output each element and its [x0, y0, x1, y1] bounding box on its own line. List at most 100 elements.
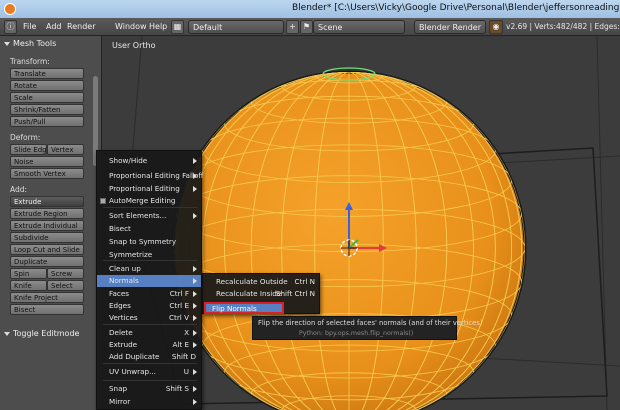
mesh-menu-item-label: AutoMerge Editing [109, 196, 176, 205]
normals-item-shortcut: Ctrl N [294, 277, 315, 286]
spin-button[interactable]: Spin [10, 268, 47, 279]
menu-separator [103, 324, 197, 325]
mesh-menu-item-snap-to-symmetry[interactable]: Snap to Symmetry [97, 236, 201, 248]
blender-logo-small-icon: ◉ [489, 20, 503, 34]
scene-stats: v2.69 | Verts:482/482 | Edges:96 [506, 22, 620, 31]
noise-button[interactable]: Noise [10, 156, 84, 167]
mesh-menu-item-label: Clean up [109, 264, 141, 273]
mesh-menu-item-proportional-editing-falloff[interactable]: Proportional Editing Falloff [97, 170, 203, 182]
submenu-arrow-icon [193, 291, 197, 297]
flip-normals-item[interactable]: Flip Normals [204, 302, 284, 314]
extrude-menu-button[interactable]: Extrude [10, 196, 84, 207]
transform-label: Transform: [10, 57, 50, 66]
extrude-individual-button[interactable]: Extrude Individual [10, 220, 84, 231]
submenu-arrow-icon [193, 266, 197, 272]
add-screen-button[interactable]: + [286, 20, 299, 34]
menu-separator [103, 260, 197, 261]
loop-cut-slide-button[interactable]: Loop Cut and Slide [10, 244, 84, 255]
scene-select[interactable]: Scene [313, 20, 405, 34]
mesh-menu-item-label: Snap [109, 384, 128, 393]
mesh-menu-item-snap[interactable]: Snap Shift S [97, 383, 201, 395]
mesh-menu-item-shortcut: Alt E [172, 340, 189, 349]
blender-window: Blender* [C:\Users\Vicky\Google Drive\Pe… [0, 0, 620, 410]
shrink-fatten-button[interactable]: Shrink/Fatten [10, 104, 84, 115]
normals-item-recalculate-outside[interactable]: Recalculate Outside Ctrl N [203, 276, 319, 288]
duplicate-button[interactable]: Duplicate [10, 256, 84, 267]
tooltip-description: Flip the direction of selected faces' no… [258, 319, 483, 327]
scale-button[interactable]: Scale [10, 92, 84, 103]
submenu-arrow-icon [193, 158, 197, 164]
extrude-region-button[interactable]: Extrude Region [10, 208, 84, 219]
mesh-menu-item-faces[interactable]: Faces Ctrl F [97, 288, 201, 300]
mesh-menu-item-shortcut: Shift D [171, 352, 196, 361]
slide-vertex-button[interactable]: Vertex [47, 144, 84, 155]
submenu-arrow-icon [193, 386, 197, 392]
smooth-vertex-button[interactable]: Smooth Vertex [10, 168, 84, 179]
mesh-menu-item-label: Edges [109, 301, 131, 310]
screen-layout-icon[interactable]: ▦ [171, 20, 184, 34]
mesh-menu-item-label: Faces [109, 289, 129, 298]
submenu-arrow-icon [193, 278, 197, 284]
editor-type-icon[interactable]: ⓘ [4, 20, 17, 34]
normals-item-recalculate-inside[interactable]: Recalculate Inside Shift Ctrl N [203, 288, 319, 300]
knife-button[interactable]: Knife [10, 280, 47, 291]
mesh-menu-item-label: Sort Elements... [109, 211, 167, 220]
screen-layout-select[interactable]: Default [188, 20, 284, 34]
submenu-arrow-icon [193, 399, 197, 405]
menu-window[interactable]: Window [115, 22, 147, 31]
automerge-checkbox[interactable] [100, 198, 106, 204]
translate-button[interactable]: Translate [10, 68, 84, 79]
bisect-button[interactable]: Bisect [10, 304, 84, 315]
mesh-menu-item-proportional-editing[interactable]: Proportional Editing [97, 183, 201, 195]
submenu-arrow-icon [193, 186, 197, 192]
mesh-menu-item-clean-up[interactable]: Clean up [97, 263, 201, 275]
mesh-menu-item-shortcut: Ctrl E [169, 301, 189, 310]
tooltip-python: Python: bpy.ops.mesh.flip_normals() [299, 330, 414, 337]
mesh-menu-item-automerge-editing[interactable]: AutoMerge Editing [97, 195, 201, 207]
mesh-menu-item-mirror[interactable]: Mirror [97, 396, 201, 408]
menu-add[interactable]: Add [46, 22, 62, 31]
mesh-menu-item-normals[interactable]: Normals [97, 275, 201, 287]
subdivide-button[interactable]: Subdivide [10, 232, 84, 243]
render-engine-select[interactable]: Blender Render [414, 20, 486, 34]
deform-label: Deform: [10, 133, 41, 142]
mesh-menu-item-label: Extrude [109, 340, 138, 349]
submenu-arrow-icon [193, 213, 197, 219]
mesh-menu-item-vertices[interactable]: Vertices Ctrl V [97, 312, 201, 324]
screw-button[interactable]: Screw [47, 268, 84, 279]
submenu-arrow-icon [193, 330, 197, 336]
mesh-menu-item-shortcut: X [184, 328, 189, 337]
submenu-arrow-icon [193, 342, 197, 348]
mesh-menu-item-shortcut: Ctrl V [169, 313, 189, 322]
mesh-menu-item-delete[interactable]: Delete X [97, 327, 201, 339]
menu-render[interactable]: Render [67, 22, 95, 31]
mesh-menu-item-extrude[interactable]: Extrude Alt E [97, 339, 201, 351]
mesh-menu-item-label: Proportional Editing [109, 184, 180, 193]
mesh-menu-item-label: Show/Hide [109, 156, 148, 165]
flip-normals-label: Flip Normals [212, 304, 257, 313]
mesh-menu-item-uv-unwrap[interactable]: UV Unwrap... U [97, 366, 201, 378]
menu-separator [103, 380, 197, 381]
mesh-menu-item-label: Snap to Symmetry [109, 237, 177, 246]
mesh-menu-item-bisect[interactable]: Bisect [97, 223, 201, 235]
submenu-arrow-icon [193, 173, 197, 179]
tool-shelf: Mesh Tools Transform: Translate Rotate S… [0, 36, 102, 410]
menu-file[interactable]: File [23, 22, 36, 31]
scene-icon[interactable]: ⚑ [300, 20, 313, 34]
push-pull-button[interactable]: Push/Pull [10, 116, 84, 127]
menu-help[interactable]: Help [149, 22, 167, 31]
rotate-button[interactable]: Rotate [10, 80, 84, 91]
mesh-tools-panel-header[interactable]: Mesh Tools [4, 39, 56, 48]
mesh-menu-item-add-duplicate[interactable]: Add Duplicate Shift D [97, 351, 201, 363]
submenu-arrow-icon [193, 315, 197, 321]
menu-separator [103, 363, 197, 364]
mesh-menu-item-show-hide[interactable]: Show/Hide [97, 155, 201, 167]
mesh-menu-item-shortcut: Shift S [165, 384, 189, 393]
toggle-editmode-panel-header[interactable]: Toggle Editmode [4, 329, 79, 338]
mesh-menu-item-edges[interactable]: Edges Ctrl E [97, 300, 201, 312]
mesh-menu-item-sort-elements[interactable]: Sort Elements... [97, 210, 201, 222]
knife-project-button[interactable]: Knife Project [10, 292, 84, 303]
knife-select-button[interactable]: Select [47, 280, 84, 291]
mesh-menu-item-label: UV Unwrap... [109, 367, 156, 376]
slide-edge-button[interactable]: Slide Edge [10, 144, 47, 155]
